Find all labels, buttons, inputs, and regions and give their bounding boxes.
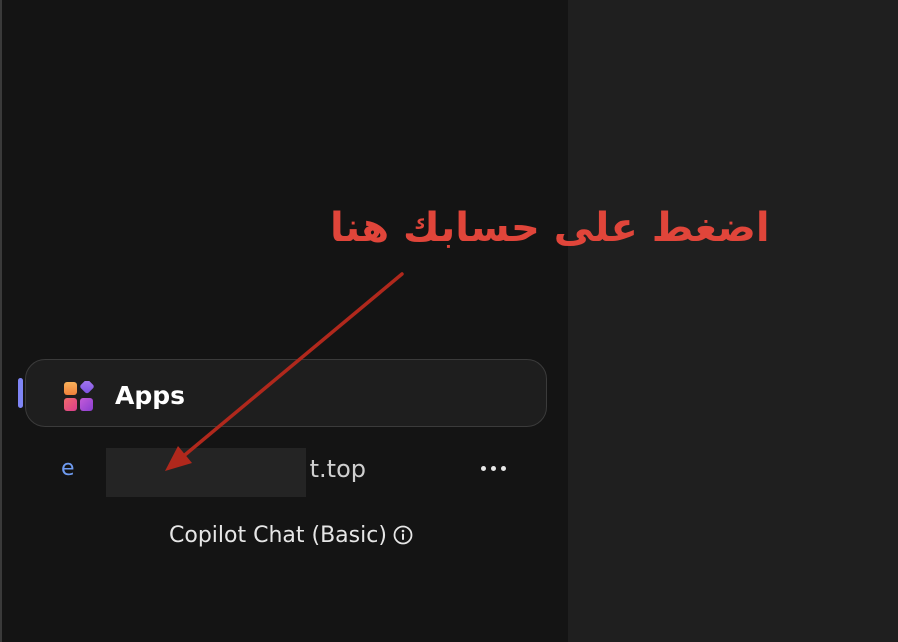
more-options-button[interactable]: [472, 454, 516, 484]
main-pane: [568, 0, 898, 642]
account-row[interactable]: e t.top: [40, 444, 530, 497]
apps-grid-icon: [64, 381, 94, 411]
info-icon[interactable]: [392, 524, 414, 546]
plan-label: Copilot Chat (Basic): [169, 523, 387, 548]
sidebar-item-label: Apps: [115, 381, 186, 410]
active-indicator: [18, 378, 23, 408]
email-redaction: [106, 448, 306, 497]
account-initial: e: [61, 456, 75, 481]
sidebar-item-apps[interactable]: Apps: [25, 359, 547, 427]
annotation-text: اضغط على حسابك هنا: [330, 205, 770, 251]
app-window: Apps e t.top Copilot Chat (Basic) اضغط ع…: [0, 0, 898, 642]
